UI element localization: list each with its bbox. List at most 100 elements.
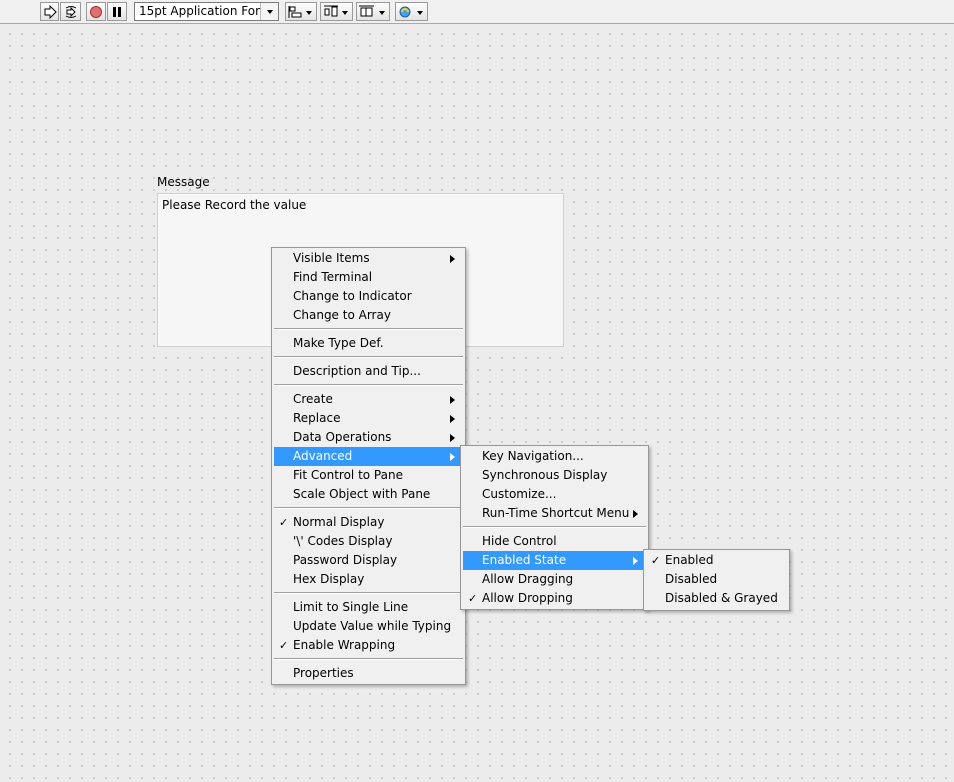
menu-separator <box>274 658 463 660</box>
menu-item-label: Hide Control <box>482 534 557 548</box>
menu-item-synchronous-display[interactable]: Synchronous Display <box>463 466 646 485</box>
message-value: Please Record the value <box>162 198 307 212</box>
menu-item-description-and-tip[interactable]: Description and Tip... <box>274 362 463 381</box>
advanced-submenu: Key Navigation... Synchronous Display Cu… <box>460 445 649 610</box>
submenu-arrow-icon <box>450 255 455 263</box>
checkmark-icon: ✓ <box>279 639 289 652</box>
menu-item-enabled[interactable]: ✓ Enabled <box>646 551 787 570</box>
submenu-arrow-icon <box>633 557 638 565</box>
menu-separator <box>274 384 463 386</box>
menu-item-allow-dragging[interactable]: Allow Dragging <box>463 570 646 589</box>
menu-item-key-navigation[interactable]: Key Navigation... <box>463 447 646 466</box>
menu-item-replace[interactable]: Replace <box>274 409 463 428</box>
menu-item-label: Description and Tip... <box>293 364 421 378</box>
menu-item-normal-display[interactable]: ✓ Normal Display <box>274 513 463 532</box>
menu-separator <box>274 328 463 330</box>
toolbar: 15pt Application Font <box>0 0 954 24</box>
menu-item-label: Change to Indicator <box>293 289 412 303</box>
menu-item-enabled-state[interactable]: Enabled State <box>463 551 646 570</box>
menu-item-label: Customize... <box>482 487 557 501</box>
menu-item-label: Disabled & Grayed <box>665 591 778 605</box>
menu-item-limit-to-single-line[interactable]: Limit to Single Line <box>274 598 463 617</box>
menu-item-codes-display[interactable]: '\' Codes Display <box>274 532 463 551</box>
menu-item-label: Scale Object with Pane <box>293 487 431 501</box>
checkmark-icon: ✓ <box>651 554 661 567</box>
submenu-arrow-icon <box>450 453 455 461</box>
font-select-value: 15pt Application Font <box>139 4 268 18</box>
menu-item-label: Data Operations <box>293 430 392 444</box>
menu-item-fit-control-to-pane[interactable]: Fit Control to Pane <box>274 466 463 485</box>
run-button[interactable] <box>40 2 59 21</box>
context-menu: Visible Items Find Terminal Change to In… <box>271 247 466 685</box>
menu-separator <box>274 507 463 509</box>
menu-item-properties[interactable]: Properties <box>274 664 463 683</box>
menu-item-enable-wrapping[interactable]: ✓ Enable Wrapping <box>274 636 463 655</box>
menu-item-password-display[interactable]: Password Display <box>274 551 463 570</box>
menu-item-visible-items[interactable]: Visible Items <box>274 249 463 268</box>
menu-item-label: Make Type Def. <box>293 336 384 350</box>
menu-item-label: Update Value while Typing <box>293 619 452 633</box>
menu-item-label: Run-Time Shortcut Menu <box>482 506 630 520</box>
run-arrow-icon <box>44 4 57 19</box>
menu-item-scale-object-with-pane[interactable]: Scale Object with Pane <box>274 485 463 504</box>
submenu-arrow-icon <box>450 434 455 442</box>
menu-item-label: Advanced <box>293 449 353 463</box>
checkmark-icon: ✓ <box>279 516 289 529</box>
menu-item-allow-dropping[interactable]: ✓ Allow Dropping <box>463 589 646 608</box>
menu-item-change-to-indicator[interactable]: Change to Indicator <box>274 287 463 306</box>
menu-item-label: Allow Dropping <box>482 591 573 605</box>
menu-item-update-value-while-typing[interactable]: Update Value while Typing <box>274 617 463 636</box>
reorder-icon <box>399 6 423 17</box>
menu-item-label: Properties <box>293 666 354 680</box>
menu-item-disabled-and-grayed[interactable]: Disabled & Grayed <box>646 589 787 608</box>
menu-item-label: Normal Display <box>293 515 385 529</box>
menu-item-find-terminal[interactable]: Find Terminal <box>274 268 463 287</box>
menu-item-advanced[interactable]: Advanced <box>274 447 463 466</box>
run-continuously-icon <box>65 5 76 18</box>
reorder-button[interactable] <box>395 2 428 21</box>
menu-item-change-to-array[interactable]: Change to Array <box>274 306 463 325</box>
menu-item-label: Allow Dragging <box>482 572 574 586</box>
menu-item-label: Enabled State <box>482 553 567 567</box>
menu-item-label: Disabled <box>665 572 718 586</box>
abort-button[interactable] <box>86 2 106 21</box>
message-label: Message <box>157 175 210 189</box>
menu-item-label: Visible Items <box>293 251 370 265</box>
menu-item-label: Change to Array <box>293 308 391 322</box>
pause-button[interactable] <box>107 2 127 21</box>
menu-item-label: Find Terminal <box>293 270 373 284</box>
menu-item-hide-control[interactable]: Hide Control <box>463 532 646 551</box>
menu-item-run-time-shortcut-menu[interactable]: Run-Time Shortcut Menu <box>463 504 646 523</box>
menu-item-label: Key Navigation... <box>482 449 584 463</box>
submenu-arrow-icon <box>450 415 455 423</box>
menu-item-hex-display[interactable]: Hex Display <box>274 570 463 589</box>
submenu-arrow-icon <box>633 510 638 518</box>
menu-item-label: Password Display <box>293 553 398 567</box>
menu-item-label: Enabled <box>665 553 714 567</box>
menu-item-label: '\' Codes Display <box>293 534 393 548</box>
run-continuously-button[interactable] <box>60 2 81 21</box>
menu-separator <box>274 356 463 358</box>
pause-icon <box>113 6 121 17</box>
menu-separator <box>274 592 463 594</box>
distribute-objects-icon <box>324 5 348 16</box>
font-select[interactable]: 15pt Application Font <box>134 2 279 21</box>
submenu-arrow-icon <box>450 396 455 404</box>
menu-item-create[interactable]: Create <box>274 390 463 409</box>
menu-separator <box>463 526 646 528</box>
align-objects-button[interactable] <box>285 2 317 21</box>
menu-item-label: Replace <box>293 411 341 425</box>
resize-objects-icon <box>359 5 385 16</box>
menu-item-customize[interactable]: Customize... <box>463 485 646 504</box>
enabled-state-submenu: ✓ Enabled Disabled Disabled & Grayed <box>643 549 790 611</box>
menu-item-label: Hex Display <box>293 572 365 586</box>
menu-item-disabled[interactable]: Disabled <box>646 570 787 589</box>
menu-item-label: Fit Control to Pane <box>293 468 403 482</box>
resize-objects-button[interactable] <box>356 2 390 21</box>
menu-item-label: Enable Wrapping <box>293 638 396 652</box>
menu-item-data-operations[interactable]: Data Operations <box>274 428 463 447</box>
menu-item-make-type-def[interactable]: Make Type Def. <box>274 334 463 353</box>
stop-icon <box>90 5 102 18</box>
distribute-objects-button[interactable] <box>320 2 353 21</box>
chevron-down-icon <box>260 3 278 20</box>
